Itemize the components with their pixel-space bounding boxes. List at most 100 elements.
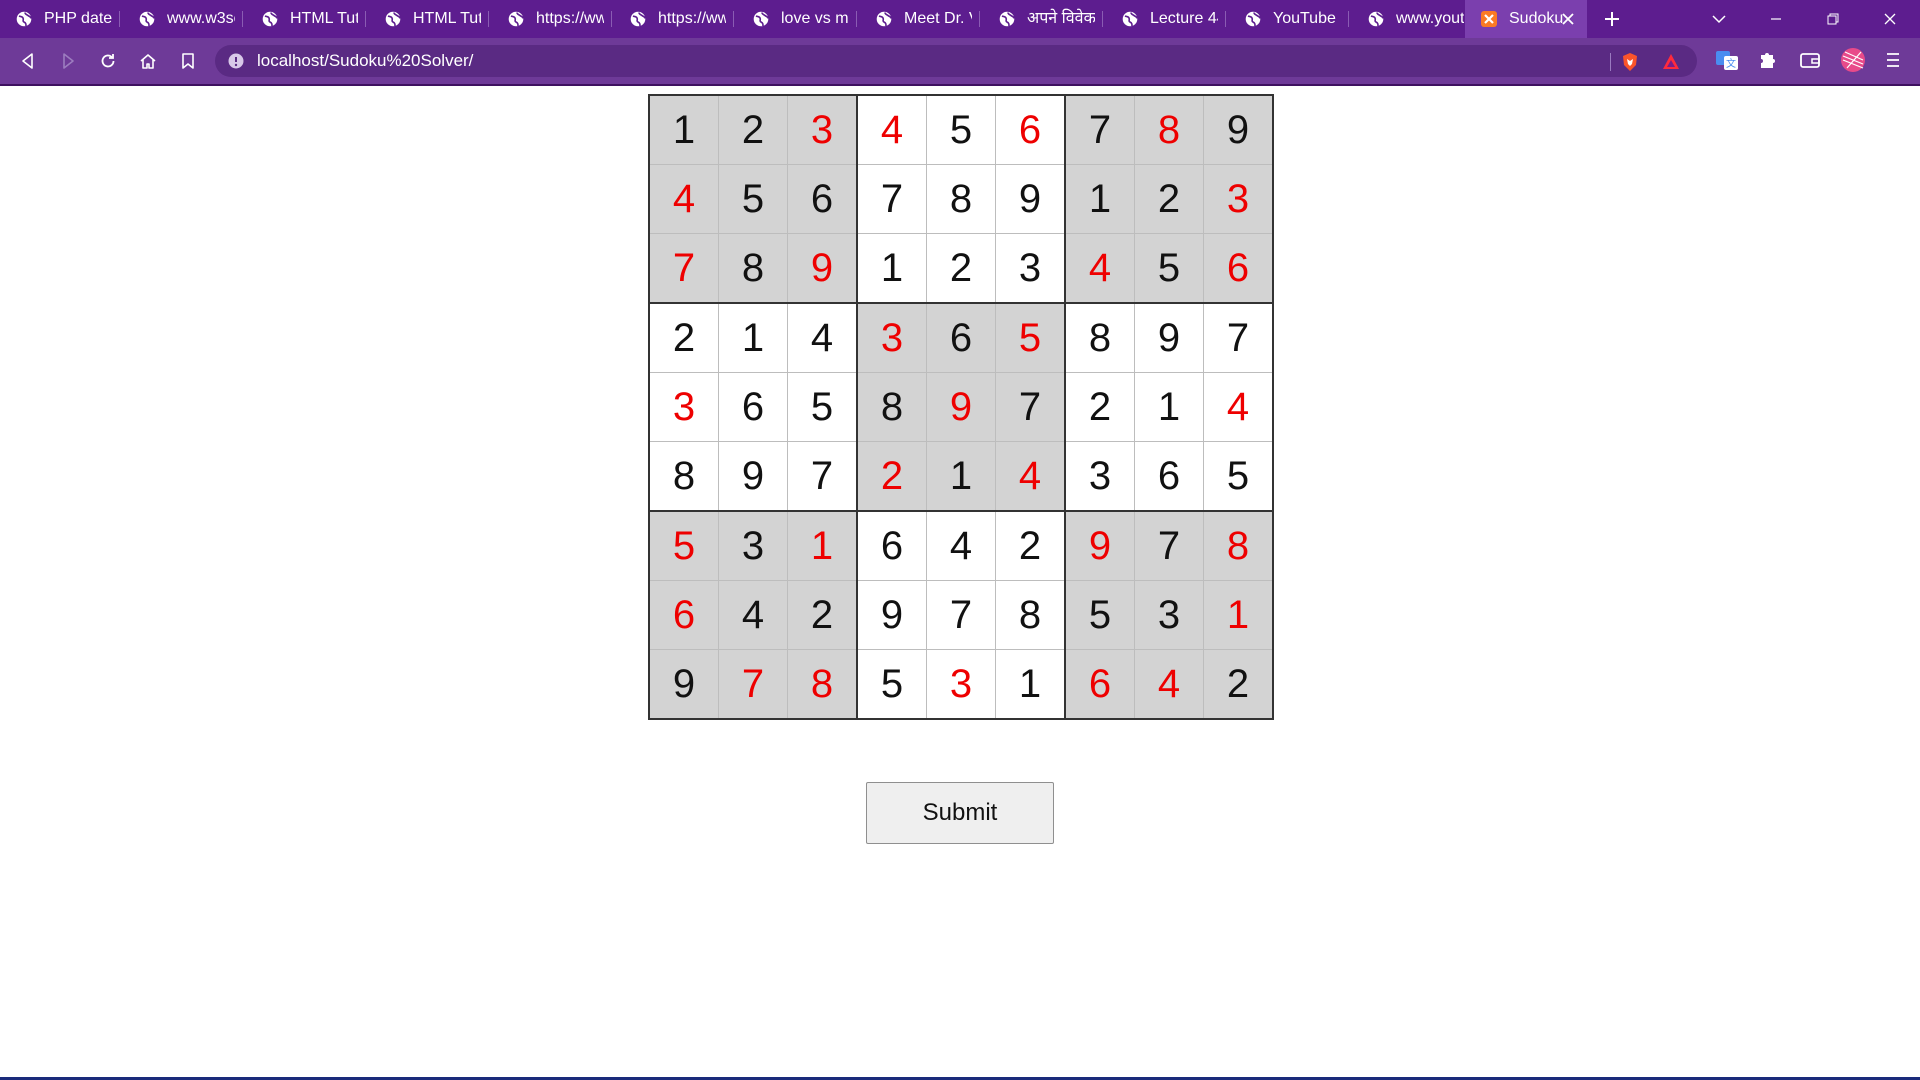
sudoku-cell[interactable]: 8: [856, 372, 927, 442]
sudoku-cell[interactable]: 8: [926, 164, 996, 234]
sudoku-cell[interactable]: 2: [787, 580, 858, 650]
sudoku-cell[interactable]: 8: [995, 580, 1066, 650]
close-window-button[interactable]: [1867, 0, 1913, 38]
sudoku-cell[interactable]: 2: [648, 302, 719, 373]
sudoku-cell[interactable]: 5: [1203, 441, 1274, 512]
sudoku-cell[interactable]: 7: [995, 372, 1066, 442]
sudoku-cell[interactable]: 3: [718, 510, 788, 581]
sudoku-cell[interactable]: 6: [1203, 233, 1274, 304]
sudoku-cell[interactable]: 6: [856, 510, 927, 581]
browser-tab[interactable]: Meet Dr. V: [860, 0, 980, 38]
sudoku-cell[interactable]: 8: [648, 441, 719, 512]
sudoku-cell[interactable]: 4: [1064, 233, 1135, 304]
sudoku-cell[interactable]: 1: [1203, 580, 1274, 650]
sudoku-cell[interactable]: 4: [926, 510, 996, 581]
sudoku-cell[interactable]: 3: [1064, 441, 1135, 512]
sudoku-cell[interactable]: 1: [1134, 372, 1204, 442]
wallet-icon[interactable]: [1796, 46, 1824, 74]
sudoku-cell[interactable]: 9: [787, 233, 858, 304]
restore-button[interactable]: [1810, 0, 1856, 38]
menu-icon[interactable]: [1879, 46, 1907, 74]
sudoku-cell[interactable]: 3: [787, 94, 858, 165]
profile-avatar-icon[interactable]: [1839, 46, 1867, 74]
brave-rewards-icon[interactable]: [1661, 52, 1681, 72]
sudoku-cell[interactable]: 2: [926, 233, 996, 304]
sudoku-cell[interactable]: 1: [1064, 164, 1135, 234]
sudoku-cell[interactable]: 6: [1064, 649, 1135, 720]
sudoku-cell[interactable]: 8: [787, 649, 858, 720]
browser-tab[interactable]: www.w3sch: [123, 0, 243, 38]
sudoku-cell[interactable]: 4: [856, 94, 927, 165]
extensions-icon[interactable]: [1753, 46, 1781, 74]
close-tab-icon[interactable]: [1559, 10, 1577, 28]
browser-tab[interactable]: Lecture 44:: [1106, 0, 1226, 38]
sudoku-cell[interactable]: 6: [648, 580, 719, 650]
sudoku-cell[interactable]: 8: [1134, 94, 1204, 165]
sudoku-cell[interactable]: 2: [718, 94, 788, 165]
sudoku-cell[interactable]: 4: [1203, 372, 1274, 442]
bookmark-button[interactable]: [173, 46, 203, 76]
sudoku-cell[interactable]: 2: [1203, 649, 1274, 720]
sudoku-cell[interactable]: 6: [1134, 441, 1204, 512]
sudoku-cell[interactable]: 9: [995, 164, 1066, 234]
sudoku-cell[interactable]: 5: [648, 510, 719, 581]
sudoku-cell[interactable]: 8: [1064, 302, 1135, 373]
sudoku-cell[interactable]: 4: [718, 580, 788, 650]
sudoku-cell[interactable]: 9: [1203, 94, 1274, 165]
sudoku-cell[interactable]: 9: [718, 441, 788, 512]
sudoku-cell[interactable]: 7: [787, 441, 858, 512]
tab-search-button[interactable]: [1696, 0, 1742, 38]
sudoku-cell[interactable]: 2: [1064, 372, 1135, 442]
url-text[interactable]: localhost/Sudoku%20Solver/: [257, 45, 473, 77]
address-bar[interactable]: localhost/Sudoku%20Solver/: [215, 45, 1697, 77]
sudoku-cell[interactable]: 9: [648, 649, 719, 720]
sudoku-cell[interactable]: 6: [718, 372, 788, 442]
sudoku-cell[interactable]: 6: [926, 302, 996, 373]
sudoku-cell[interactable]: 2: [995, 510, 1066, 581]
sudoku-cell[interactable]: 1: [856, 233, 927, 304]
browser-tab[interactable]: www.youtu: [1352, 0, 1472, 38]
sudoku-cell[interactable]: 5: [1064, 580, 1135, 650]
sudoku-cell[interactable]: 7: [718, 649, 788, 720]
sudoku-cell[interactable]: 4: [787, 302, 858, 373]
sudoku-cell[interactable]: 5: [856, 649, 927, 720]
sudoku-cell[interactable]: 3: [648, 372, 719, 442]
browser-tab[interactable]: अपने विवेक: [983, 0, 1103, 38]
home-button[interactable]: [133, 46, 163, 76]
sudoku-cell[interactable]: 5: [926, 94, 996, 165]
forward-button[interactable]: [53, 46, 83, 76]
translate-extension-icon[interactable]: 文: [1713, 46, 1741, 74]
sudoku-cell[interactable]: 7: [926, 580, 996, 650]
sudoku-cell[interactable]: 3: [926, 649, 996, 720]
brave-shields-icon[interactable]: [1620, 52, 1640, 72]
sudoku-cell[interactable]: 4: [1134, 649, 1204, 720]
sudoku-cell[interactable]: 7: [648, 233, 719, 304]
browser-tab[interactable]: HTML Tuto: [369, 0, 489, 38]
back-button[interactable]: [13, 46, 43, 76]
browser-tab[interactable]: PHP date(): [0, 0, 120, 38]
sudoku-cell[interactable]: 9: [926, 372, 996, 442]
sudoku-cell[interactable]: 4: [995, 441, 1066, 512]
sudoku-cell[interactable]: 1: [718, 302, 788, 373]
sudoku-cell[interactable]: 3: [1134, 580, 1204, 650]
sudoku-cell[interactable]: 7: [1064, 94, 1135, 165]
sudoku-cell[interactable]: 7: [1134, 510, 1204, 581]
sudoku-cell[interactable]: 8: [718, 233, 788, 304]
info-icon[interactable]: [228, 53, 244, 69]
browser-tab[interactable]: https://ww: [614, 0, 734, 38]
sudoku-cell[interactable]: 1: [648, 94, 719, 165]
submit-button[interactable]: Submit: [866, 782, 1054, 844]
sudoku-cell[interactable]: 5: [995, 302, 1066, 373]
browser-tab[interactable]: Sudoku: [1465, 0, 1587, 38]
sudoku-cell[interactable]: 7: [1203, 302, 1274, 373]
new-tab-button[interactable]: [1589, 0, 1635, 38]
sudoku-cell[interactable]: 1: [995, 649, 1066, 720]
reload-button[interactable]: [93, 46, 123, 76]
browser-tab[interactable]: YouTube: [1229, 0, 1349, 38]
sudoku-cell[interactable]: 5: [787, 372, 858, 442]
sudoku-cell[interactable]: 3: [856, 302, 927, 373]
sudoku-cell[interactable]: 1: [787, 510, 858, 581]
sudoku-cell[interactable]: 7: [856, 164, 927, 234]
sudoku-cell[interactable]: 6: [787, 164, 858, 234]
sudoku-cell[interactable]: 3: [1203, 164, 1274, 234]
